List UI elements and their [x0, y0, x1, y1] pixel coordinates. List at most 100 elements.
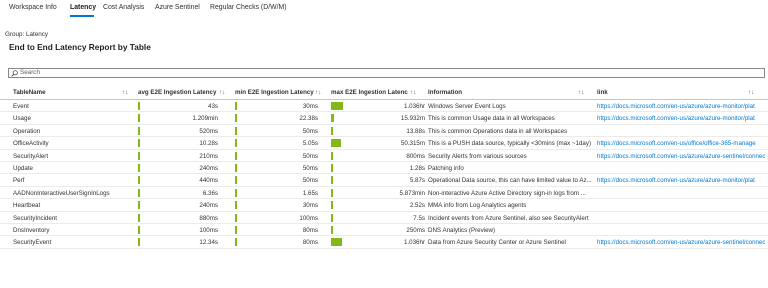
- cell-max-latency: 250ms: [406, 227, 425, 234]
- max-latency-bar: [331, 226, 333, 234]
- min-latency-bar: [235, 126, 237, 135]
- cell-avg-latency: 520ms: [199, 127, 218, 135]
- cell-link[interactable]: https://docs.microsoft.com/en-us/azure/a…: [597, 239, 765, 246]
- cell-max-latency: 13.88s: [406, 127, 425, 135]
- table-row[interactable]: Update 240ms 50ms 1.28s Patching info: [0, 162, 768, 175]
- cell-min-latency: 80ms: [302, 227, 318, 234]
- sort-icon[interactable]: ↑↓: [410, 89, 416, 96]
- cell-min-latency: 1.65s: [302, 189, 318, 197]
- avg-latency-bar: [138, 139, 140, 148]
- min-latency-bar: [235, 226, 237, 234]
- table-row[interactable]: OfficeActivity 10.28s 5.05s 50.315m This is …: [0, 137, 768, 150]
- cell-max-latency: 1.28s: [409, 165, 425, 172]
- column-header-min-latency[interactable]: min E2E Ingestion Latency: [235, 89, 314, 96]
- tab-latency[interactable]: Latency: [70, 4, 96, 11]
- cell-link[interactable]: https://docs.microsoft.com/en-us/azure/a…: [597, 103, 765, 110]
- cell-table-name: SecurityAlert: [13, 152, 49, 160]
- table-row[interactable]: Perf 440ms 50ms 5.87s Operational Data sourc…: [0, 174, 768, 187]
- cell-link[interactable]: https://docs.microsoft.com/en-us/azure/a…: [597, 115, 765, 122]
- table-row[interactable]: SecurityAlert 210ms 50ms 800ms Security Aler…: [0, 150, 768, 162]
- cell-max-latency: 1.036hr: [404, 239, 425, 247]
- cell-information: Security Alerts from various sources: [428, 152, 527, 160]
- column-header-information[interactable]: Information: [428, 89, 462, 96]
- sort-icon[interactable]: ↑↓: [219, 89, 225, 96]
- cell-link[interactable]: https://docs.microsoft.com/en-us/office/…: [597, 140, 765, 147]
- avg-latency-bar: [138, 226, 140, 234]
- column-header-avg-latency[interactable]: avg E2E Ingestion Latency: [138, 89, 216, 96]
- cell-table-name: AADNonInteractiveUserSignInLogs: [13, 189, 110, 197]
- table-row[interactable]: SecurityIncident 880ms 100ms 7.5s Incident e…: [0, 212, 768, 224]
- cell-table-name: Update: [13, 165, 33, 172]
- cell-avg-latency: 6.36s: [202, 189, 218, 197]
- tab-workspace-info[interactable]: Workspace Info: [9, 4, 57, 11]
- avg-latency-bar: [138, 126, 140, 135]
- cell-avg-latency: 1.209min: [192, 115, 218, 123]
- cell-information: Non-interactive Azure Active Directory s…: [428, 189, 586, 197]
- min-latency-bar: [235, 164, 237, 172]
- avg-latency-bar: [138, 114, 140, 123]
- tab-azure-sentinel[interactable]: Azure Sentinel: [155, 4, 200, 11]
- avg-latency-bar: [138, 176, 140, 185]
- min-latency-bar: [235, 151, 237, 160]
- max-latency-bar: [331, 213, 333, 222]
- tab-cost-analysis[interactable]: Cost Analysis: [103, 4, 144, 11]
- cell-min-latency: 80ms: [302, 239, 318, 247]
- table-row[interactable]: Heartbeat 240ms 30ms 2.52s MMA info from Log…: [0, 199, 768, 212]
- min-latency-bar: [235, 102, 237, 110]
- sort-icon[interactable]: ↑↓: [578, 89, 584, 96]
- tab-regular-checks[interactable]: Regular Checks (D/W/M): [210, 4, 287, 11]
- cell-max-latency: 50.315m: [400, 140, 425, 148]
- max-latency-bar: [331, 164, 333, 172]
- sort-icon[interactable]: ↑↓: [748, 89, 754, 96]
- max-latency-bar: [331, 102, 343, 110]
- table-row[interactable]: Usage 1.209min 22.38s 15.932m This is common…: [0, 112, 768, 125]
- cell-min-latency: 50ms: [302, 127, 318, 135]
- cell-min-latency: 50ms: [302, 165, 318, 172]
- cell-min-latency: 5.05s: [302, 140, 318, 148]
- cell-link[interactable]: https://docs.microsoft.com/en-us/azure/a…: [597, 153, 765, 160]
- min-latency-bar: [235, 188, 237, 197]
- search-icon: [11, 70, 18, 77]
- table-row[interactable]: SecurityEvent 12.34s 80ms 1.036hr Data from …: [0, 236, 768, 249]
- active-tab-indicator: [70, 15, 94, 17]
- column-header-link[interactable]: link: [597, 89, 608, 96]
- column-header-tablename[interactable]: TableName: [13, 89, 46, 96]
- max-latency-bar: [331, 139, 341, 148]
- report-title: End to End Latency Report by Table: [9, 42, 151, 52]
- cell-table-name: Event: [13, 103, 29, 110]
- max-latency-bar: [331, 151, 333, 160]
- column-header-max-latency[interactable]: max E2E Ingestion Latenc: [331, 89, 408, 96]
- cell-table-name: SecurityIncident: [13, 214, 58, 222]
- cell-min-latency: 50ms: [302, 177, 318, 185]
- cell-min-latency: 50ms: [302, 152, 318, 160]
- avg-latency-bar: [138, 238, 140, 247]
- table-row[interactable]: DnsInventory 100ms 80ms 250ms DNS Analytics …: [0, 224, 768, 237]
- table-row[interactable]: Event 43s 30ms 1.036hr Windows Server Event …: [0, 100, 768, 113]
- min-latency-bar: [235, 238, 237, 247]
- cell-information: Patching info: [428, 165, 464, 172]
- avg-latency-bar: [138, 188, 140, 197]
- search-box[interactable]: [8, 68, 765, 78]
- cell-avg-latency: 440ms: [199, 177, 218, 185]
- tab-bar: Workspace Info Latency Cost Analysis Azu…: [0, 0, 768, 20]
- max-latency-bar: [331, 201, 333, 210]
- sort-icon[interactable]: ↑↓: [122, 89, 128, 96]
- search-input[interactable]: [20, 69, 740, 77]
- sort-icon[interactable]: ↑↓: [315, 89, 321, 96]
- avg-latency-bar: [138, 164, 140, 172]
- table-row[interactable]: Operation 520ms 50ms 13.88s This is common O…: [0, 125, 768, 138]
- cell-avg-latency: 880ms: [199, 214, 218, 222]
- cell-max-latency: 5.87s: [409, 177, 425, 185]
- cell-information: This is a PUSH data source, typically <3…: [428, 140, 592, 148]
- max-latency-bar: [331, 188, 333, 197]
- cell-min-latency: 30ms: [302, 202, 318, 210]
- max-latency-bar: [331, 238, 342, 247]
- cell-information: This is common Operations data in all Wo…: [428, 127, 568, 135]
- cell-information: This is common Usage data in all Workspa…: [428, 115, 555, 123]
- min-latency-bar: [235, 176, 237, 185]
- table-row[interactable]: AADNonInteractiveUserSignInLogs 6.36s 1.65…: [0, 187, 768, 200]
- cell-avg-latency: 210ms: [199, 152, 218, 160]
- cell-link[interactable]: https://docs.microsoft.com/en-us/azure/a…: [597, 177, 765, 184]
- cell-max-latency: 1.036hr: [404, 103, 425, 110]
- cell-table-name: SecurityEvent: [13, 239, 52, 247]
